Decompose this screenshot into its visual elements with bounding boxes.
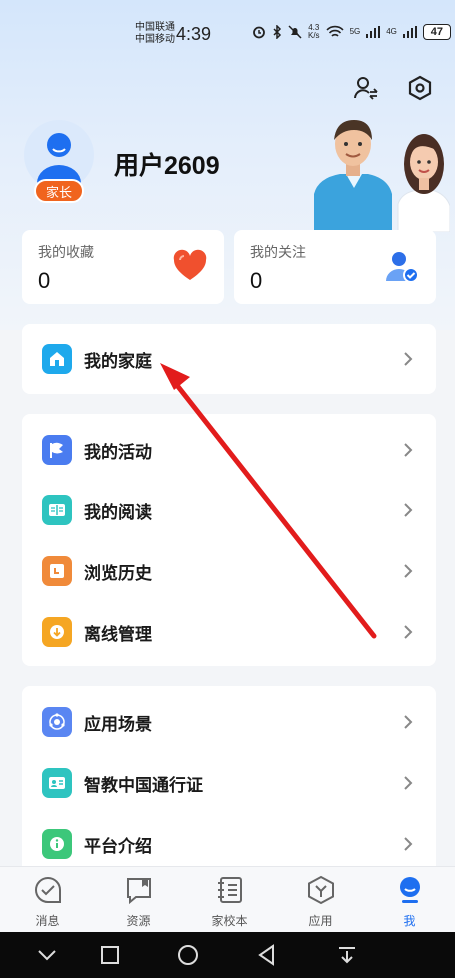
menu-item-family[interactable]: 我的家庭 [22, 329, 436, 389]
scenario-icon [42, 707, 72, 737]
menu-label-scenarios: 应用场景 [84, 714, 152, 734]
carrier-info: 中国联通 中国移动 [135, 22, 175, 46]
username[interactable]: 用户2609 [114, 146, 220, 182]
switch-user-icon [354, 77, 378, 100]
tab-apps-label: 应用 [308, 914, 333, 928]
settings-hex-icon [408, 75, 432, 101]
tab-resources-label: 资源 [126, 914, 151, 928]
menu-item-activities[interactable]: 我的活动 [22, 420, 436, 480]
tab-messages[interactable]: 消息 [2, 867, 93, 933]
chevron-right-icon [404, 503, 413, 517]
signal-1-label: 5G [349, 27, 361, 36]
menu-item-about[interactable]: 平台介绍 [22, 814, 436, 874]
switch-account-button[interactable] [350, 72, 382, 104]
alarm-icon [253, 26, 265, 39]
net-speed-unit: K/s [308, 31, 320, 40]
menu-item-history[interactable]: 浏览历史 [22, 541, 436, 601]
menu-label-pass: 智教中国通行证 [84, 775, 203, 795]
settings-button[interactable] [404, 72, 436, 104]
chevron-right-icon [404, 837, 413, 851]
collapse-icon[interactable] [32, 940, 62, 970]
menu-item-reading[interactable]: 我的阅读 [22, 480, 436, 540]
user-avatar-icon [37, 133, 81, 183]
signal-2-label: 4G [386, 27, 397, 36]
signal-icon [366, 26, 381, 38]
family-card: 我的家庭 [22, 324, 436, 394]
carrier-1: 中国联通 [135, 22, 175, 33]
menu-item-scenarios[interactable]: 应用场景 [22, 692, 436, 752]
status-time: 4:39 [176, 24, 212, 44]
family-illustration [314, 120, 450, 232]
following-count: 0 [250, 268, 263, 293]
message-icon [35, 876, 61, 903]
net-speed: 4.3 K/s [308, 24, 320, 40]
activity-card: 我的活动 我的阅读 浏览历史 离线管理 [22, 414, 436, 666]
recents-icon[interactable] [95, 940, 125, 970]
chevron-right-icon [404, 352, 413, 366]
menu-label-about: 平台介绍 [84, 836, 152, 856]
notification-pull-icon[interactable] [332, 940, 362, 970]
bottom-nav: 消息 资源 家校本 应用 我 [0, 866, 455, 932]
menu-label-activities: 我的活动 [84, 442, 152, 462]
system-nav-bar [0, 932, 455, 978]
mute-icon [288, 25, 302, 39]
chevron-right-icon [404, 564, 413, 578]
following-card[interactable]: 我的关注 0 [234, 230, 436, 304]
menu-label-family: 我的家庭 [84, 351, 152, 371]
chevron-right-icon [404, 625, 413, 639]
flag-icon [42, 435, 72, 465]
history-icon [42, 556, 72, 586]
status-bar: 中国联通 中国移动 4:39 4.3 K/s 5G 4G 47 [0, 0, 455, 62]
resource-icon [127, 878, 151, 905]
status-icons: 4.3 K/s 5G 4G 47 [252, 24, 451, 40]
following-label: 我的关注 [250, 244, 306, 260]
wifi-icon [325, 25, 344, 37]
bluetooth-icon [273, 25, 282, 39]
apps-hex-icon [308, 875, 334, 905]
menu-label-history: 浏览历史 [84, 563, 152, 583]
tab-resources[interactable]: 资源 [93, 867, 184, 933]
heart-icon [173, 249, 207, 280]
chevron-right-icon [404, 776, 413, 790]
tab-home-school[interactable]: 家校本 [184, 867, 275, 933]
signal-icon-2 [402, 26, 417, 38]
back-icon[interactable] [252, 940, 282, 970]
favorites-card[interactable]: 我的收藏 0 [22, 230, 224, 304]
info-icon [42, 829, 72, 859]
notebook-icon [218, 877, 242, 903]
tab-me[interactable]: 我 [364, 867, 455, 933]
battery-indicator: 47 [422, 24, 451, 40]
id-card-icon [42, 768, 72, 798]
tab-me-label: 我 [403, 914, 416, 928]
book-icon [42, 495, 72, 525]
chevron-right-icon [404, 443, 413, 457]
home-icon [42, 344, 72, 374]
menu-label-reading: 我的阅读 [84, 502, 152, 522]
tab-apps[interactable]: 应用 [275, 867, 366, 933]
favorites-label: 我的收藏 [38, 244, 94, 260]
home-circle-icon[interactable] [173, 940, 203, 970]
menu-label-offline: 离线管理 [84, 624, 152, 644]
menu-item-offline[interactable]: 离线管理 [22, 602, 436, 662]
tab-messages-label: 消息 [35, 914, 60, 928]
carrier-2: 中国移动 [135, 34, 175, 45]
role-badge: 家长 [34, 179, 84, 203]
favorites-count: 0 [38, 268, 51, 293]
profile-icon [400, 877, 420, 903]
menu-item-pass[interactable]: 智教中国通行证 [22, 753, 436, 813]
platform-card: 应用场景 智教中国通行证 平台介绍 [22, 686, 436, 876]
followed-user-icon [386, 252, 419, 283]
chevron-right-icon [404, 715, 413, 729]
tab-home-school-label: 家校本 [211, 914, 248, 928]
download-icon [42, 617, 72, 647]
